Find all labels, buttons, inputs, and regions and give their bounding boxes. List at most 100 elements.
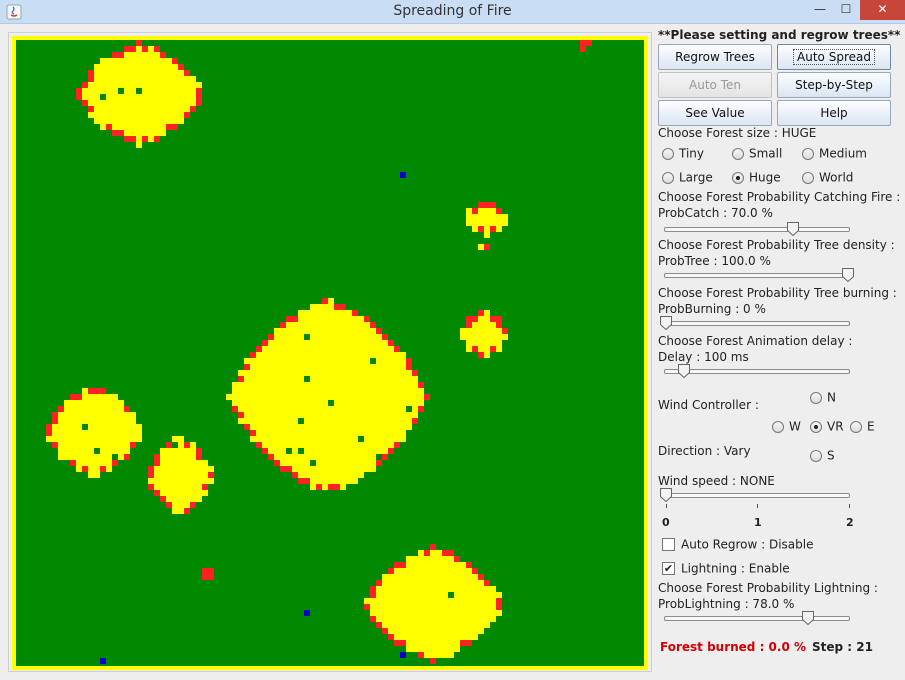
fire-cell	[118, 124, 124, 130]
fire-cell	[334, 322, 340, 328]
burning-cell	[94, 118, 100, 124]
fire-cell	[376, 364, 382, 370]
burning-cell	[250, 436, 256, 442]
burning-cell	[478, 202, 484, 208]
fire-cell	[406, 370, 412, 376]
burning-cell	[304, 478, 310, 484]
fire-cell	[424, 640, 430, 646]
burning-cell	[208, 478, 214, 484]
fire-cell	[370, 454, 376, 460]
slider-thumb[interactable]	[660, 488, 672, 502]
wind-radio-n[interactable]: N	[810, 390, 836, 406]
fire-cell	[88, 454, 94, 460]
fire-cell	[142, 88, 148, 94]
fire-cell	[364, 328, 370, 334]
fire-cell	[310, 436, 316, 442]
slider-thumb[interactable]	[678, 364, 691, 378]
regrow-trees-button[interactable]: Regrow Trees	[658, 44, 772, 70]
slider-thumb[interactable]	[801, 611, 814, 625]
wind-speed-slider[interactable]	[660, 488, 850, 504]
fire-cell	[118, 58, 124, 64]
prob-lightning-slider[interactable]	[664, 611, 850, 627]
fire-cell	[142, 106, 148, 112]
fire-cell	[190, 460, 196, 466]
burning-cell	[268, 334, 274, 340]
see-value-button[interactable]: See Value	[658, 100, 772, 126]
slider-thumb[interactable]	[660, 316, 672, 330]
fire-cell	[466, 574, 472, 580]
fire-cell	[442, 598, 448, 604]
wind-radio-s[interactable]: S	[810, 448, 835, 464]
fire-cell	[118, 100, 124, 106]
close-button[interactable]: ✕	[860, 0, 905, 20]
burning-cell	[208, 574, 214, 580]
burning-cell	[484, 580, 490, 586]
fire-cell	[184, 454, 190, 460]
size-radio-world[interactable]: World	[802, 170, 853, 186]
fire-cell	[496, 214, 502, 220]
fire-cell	[82, 400, 88, 406]
slider-thumb[interactable]	[842, 268, 854, 282]
fire-cell	[172, 460, 178, 466]
wind-radio-w[interactable]: W	[772, 419, 801, 435]
fire-cell	[460, 598, 466, 604]
burning-cell	[184, 70, 190, 76]
auto-ten-button[interactable]: Auto Ten	[658, 72, 772, 98]
lightning-checkbox[interactable]: ✔ Lightning : Enable	[662, 561, 790, 577]
control-panel: **Please setting and regrow trees** Regr…	[656, 26, 901, 676]
fire-cell	[136, 46, 142, 52]
delay-slider[interactable]	[664, 364, 850, 380]
fire-cell	[364, 400, 370, 406]
step-by-step-button[interactable]: Step-by-Step	[777, 72, 891, 98]
fire-cell	[418, 394, 424, 400]
prob-tree-slider[interactable]	[664, 268, 854, 284]
size-radio-huge[interactable]: Huge	[732, 170, 781, 186]
fire-cell	[346, 418, 352, 424]
size-radio-medium[interactable]: Medium	[802, 146, 867, 162]
fire-cell	[280, 424, 286, 430]
auto-spread-button[interactable]: Auto Spread	[777, 44, 891, 70]
fire-cell	[358, 364, 364, 370]
fire-cell	[358, 424, 364, 430]
maximize-button[interactable]: ☐	[834, 0, 858, 20]
fire-cell	[364, 424, 370, 430]
size-radio-large[interactable]: Large	[662, 170, 713, 186]
minimize-button[interactable]: —	[808, 0, 832, 20]
wind-radio-e[interactable]: E	[850, 419, 875, 435]
prob-burning-slider[interactable]	[660, 316, 850, 332]
fire-cell	[160, 478, 166, 484]
prob-catch-slider[interactable]	[664, 222, 850, 238]
fire-cell	[118, 442, 124, 448]
fire-cell	[130, 58, 136, 64]
fire-cell	[106, 106, 112, 112]
size-radio-tiny[interactable]: Tiny	[662, 146, 704, 162]
auto-regrow-checkbox[interactable]: Auto Regrow : Disable	[662, 537, 814, 553]
fire-cell	[364, 430, 370, 436]
fire-cell	[358, 334, 364, 340]
fire-cell	[316, 352, 322, 358]
fire-cell	[424, 622, 430, 628]
fire-cell	[172, 472, 178, 478]
fire-cell	[286, 358, 292, 364]
fire-cell	[112, 64, 118, 70]
help-button[interactable]: Help	[777, 100, 891, 126]
slider-thumb[interactable]	[787, 222, 800, 236]
forest-grid[interactable]	[12, 36, 648, 670]
burning-cell	[424, 550, 430, 556]
fire-cell	[274, 454, 280, 460]
fire-cell	[148, 112, 154, 118]
wind-radio-vr[interactable]: VR	[810, 419, 844, 435]
fire-cell	[364, 346, 370, 352]
fire-cell	[160, 82, 166, 88]
fire-cell	[88, 406, 94, 412]
fire-cell	[352, 454, 358, 460]
fire-cell	[448, 556, 454, 562]
size-radio-small[interactable]: Small	[732, 146, 782, 162]
fire-cell	[190, 496, 196, 502]
fire-cell	[394, 370, 400, 376]
fire-cell	[316, 454, 322, 460]
fire-cell	[430, 592, 436, 598]
fire-cell	[316, 316, 322, 322]
fire-cell	[394, 598, 400, 604]
burning-cell	[412, 418, 418, 424]
